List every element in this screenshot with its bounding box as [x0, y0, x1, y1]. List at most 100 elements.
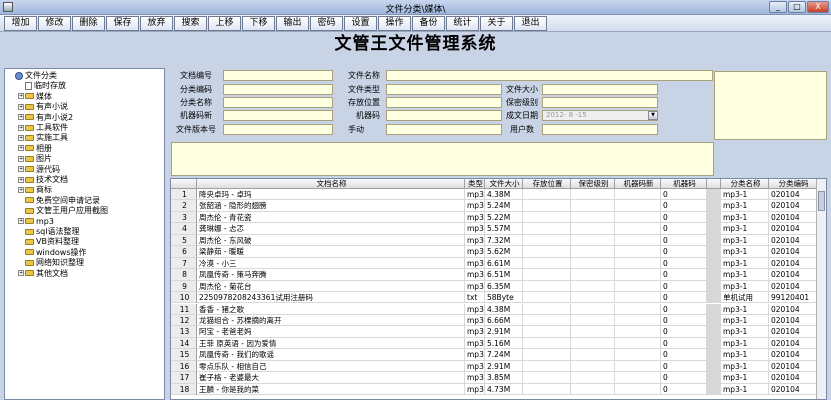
expand-toggle[interactable]: +: [18, 270, 24, 277]
tree-node[interactable]: + 实施工具: [18, 133, 68, 142]
about-button[interactable]: 关于: [480, 16, 513, 31]
header-storage[interactable]: 存放位置: [523, 179, 571, 189]
tree-node[interactable]: 临时存放: [18, 81, 66, 90]
table-row[interactable]: 2 张韶涵 - 隐形的翅膀 mp3 5.24M 0 mp3-1 020104: [171, 200, 826, 212]
file-size-input[interactable]: [542, 84, 658, 95]
header-category-code[interactable]: 分类编码: [769, 179, 817, 189]
add-button[interactable]: 增加: [4, 16, 37, 31]
search-button[interactable]: 搜索: [174, 16, 207, 31]
doc-number-input[interactable]: [223, 70, 333, 81]
expand-toggle[interactable]: +: [18, 186, 24, 193]
expand-toggle[interactable]: +: [18, 103, 24, 110]
cell-m: 0: [661, 383, 707, 396]
header-file-size[interactable]: 文件大小: [485, 179, 523, 189]
preview-box[interactable]: [714, 71, 827, 140]
password-button[interactable]: 密码: [310, 16, 343, 31]
expand-toggle[interactable]: +: [18, 176, 24, 183]
tree-node[interactable]: + 商标: [18, 185, 52, 194]
file-table[interactable]: 文档名称 类型 文件大小 存放位置 保密级别 机器码新 机器码 分类名称 分类编…: [170, 178, 827, 400]
tree-node[interactable]: + 技术文档: [18, 175, 68, 184]
header-machine-new[interactable]: 机器码新: [615, 179, 661, 189]
expand-toggle[interactable]: +: [18, 155, 24, 162]
tree-node[interactable]: + mp3: [18, 217, 54, 226]
maximize-button[interactable]: □: [788, 1, 806, 13]
header-category-name[interactable]: 分类名称: [721, 179, 769, 189]
file-name-input[interactable]: [386, 70, 713, 81]
minimize-button[interactable]: _: [769, 1, 787, 13]
table-row[interactable]: 13 阿宝 - 老爸老妈 mp3 2.91M 0 mp3-1 020104: [171, 326, 826, 338]
category-name-input[interactable]: [223, 97, 333, 108]
close-button[interactable]: X: [807, 1, 829, 13]
expand-toggle[interactable]: +: [18, 218, 24, 225]
table-row[interactable]: 17 崔子格 - 老婆最大 mp3 3.85M 0 mp3-1 020104: [171, 372, 826, 384]
tree-node[interactable]: + 源代码: [18, 165, 60, 174]
tree-node[interactable]: 网络知识整理: [18, 258, 84, 267]
category-code-input[interactable]: [223, 84, 333, 95]
notes-textarea[interactable]: [171, 142, 714, 176]
security-level-input[interactable]: [542, 97, 658, 108]
table-row[interactable]: 15 凤凰传奇 - 我们的歌谣 mp3 7.24M 0 mp3-1 020104: [171, 349, 826, 361]
operations-button[interactable]: 操作: [378, 16, 411, 31]
table-row[interactable]: 3 周杰伦 - 青花瓷 mp3 5.22M 0 mp3-1 020104: [171, 211, 826, 224]
table-row[interactable]: 16 零点乐队 - 相信自己 mp3 2.91M 0 mp3-1 020104: [171, 360, 826, 373]
backup-button[interactable]: 备份: [412, 16, 445, 31]
scroll-thumb[interactable]: [818, 191, 825, 211]
table-row[interactable]: 10 2250978208243361试用注册码 txt 58Byte 0 单机试用 991…: [171, 292, 826, 304]
delete-button[interactable]: 删除: [72, 16, 105, 31]
header-doc-name[interactable]: 文档名称: [197, 179, 465, 189]
table-row[interactable]: 9 周杰伦 - 菊花台 mp3 6.35M 0 mp3-1 020104: [171, 280, 826, 293]
move-down-button[interactable]: 下移: [242, 16, 275, 31]
table-row[interactable]: 1 降央卓玛 - 卓玛 mp3 4.38M 0 mp3-1 020104: [171, 189, 826, 201]
tree-node[interactable]: windows操作: [18, 248, 87, 257]
written-date-picker[interactable]: 2012- 8 -15: [542, 110, 658, 121]
tree-node[interactable]: VB资料整理: [18, 237, 79, 246]
header-security[interactable]: 保密级别: [571, 179, 615, 189]
file-type-input[interactable]: [386, 84, 502, 95]
table-row[interactable]: 18 王麟 - 你是我的菜 mp3 4.73M 0 mp3-1 020104: [171, 383, 826, 396]
expand-toggle[interactable]: +: [18, 166, 24, 173]
tree-node[interactable]: + 工具软件: [18, 123, 68, 132]
tree-node[interactable]: 文件分类: [8, 71, 57, 80]
tree-node[interactable]: 文管王用户应用截图: [18, 206, 108, 215]
expand-toggle[interactable]: +: [18, 93, 24, 100]
move-up-button[interactable]: 上移: [208, 16, 241, 31]
tree-node[interactable]: + 图片: [18, 154, 52, 163]
exit-button[interactable]: 退出: [514, 16, 547, 31]
table-row[interactable]: 14 王菲 原英语 - 因为爱情 mp3 5.16M 0 mp3-1 020104: [171, 337, 826, 350]
expand-toggle[interactable]: +: [18, 114, 24, 121]
user-count-input[interactable]: [542, 124, 658, 135]
discard-button[interactable]: 放弃: [140, 16, 173, 31]
expand-toggle[interactable]: +: [18, 134, 24, 141]
table-row[interactable]: 12 龙猫组合 - 苏棵摘的离开 mp3 6.66M 0 mp3-1 020104: [171, 314, 826, 327]
tree-node[interactable]: + 有声小说2: [18, 113, 73, 122]
expand-toggle[interactable]: +: [18, 145, 24, 152]
save-button[interactable]: 保存: [106, 16, 139, 31]
table-row[interactable]: 7 冷漠 - 小三 mp3 6.61M 0 mp3-1 020104: [171, 257, 826, 270]
tree-node[interactable]: + 其他文档: [18, 269, 68, 278]
header-machine[interactable]: 机器码: [661, 179, 707, 189]
edit-button[interactable]: 修改: [38, 16, 71, 31]
table-row[interactable]: 8 凤凰传奇 - 策马奔腾 mp3 6.51M 0 mp3-1 020104: [171, 269, 826, 281]
settings-button[interactable]: 设置: [344, 16, 377, 31]
storage-location-input[interactable]: [386, 97, 502, 108]
vertical-scrollbar[interactable]: [816, 179, 826, 399]
machine-code-input[interactable]: [386, 110, 502, 121]
tree-node[interactable]: + 有声小说: [18, 102, 68, 111]
export-button[interactable]: 输出: [276, 16, 309, 31]
table-row[interactable]: 5 周杰伦 - 东风破 mp3 7.32M 0 mp3-1 020104: [171, 234, 826, 247]
tree-node[interactable]: + 媒体: [18, 92, 52, 101]
category-tree[interactable]: 文件分类 临时存放 + 媒体 + 有声小说 + 有声小说2 + 工具软件 + 实施工具 + 相册 + 图片 + 源…: [4, 68, 165, 400]
expand-toggle[interactable]: +: [18, 124, 24, 131]
tree-node[interactable]: 免费空间申请记录: [18, 196, 100, 205]
table-row[interactable]: 4 龚琳娜 - 忐忑 mp3 5.57M 0 mp3-1 020104: [171, 223, 826, 235]
tree-node[interactable]: sql语法整理: [18, 227, 79, 236]
table-row[interactable]: 6 梁静茹 - 暖暖 mp3 5.62M 0 mp3-1 020104: [171, 246, 826, 258]
machine-code-new-input[interactable]: [223, 110, 333, 121]
file-version-input[interactable]: [223, 124, 333, 135]
tree-node[interactable]: + 相册: [18, 144, 52, 153]
manual-input[interactable]: [386, 124, 502, 135]
dropdown-arrow-icon[interactable]: ▼: [648, 111, 658, 120]
table-row[interactable]: 11 香香 - 猪之歌 mp3 4.38M 0 mp3-1 020104: [171, 303, 826, 315]
statistics-button[interactable]: 统计: [446, 16, 479, 31]
header-type[interactable]: 类型: [465, 179, 485, 189]
